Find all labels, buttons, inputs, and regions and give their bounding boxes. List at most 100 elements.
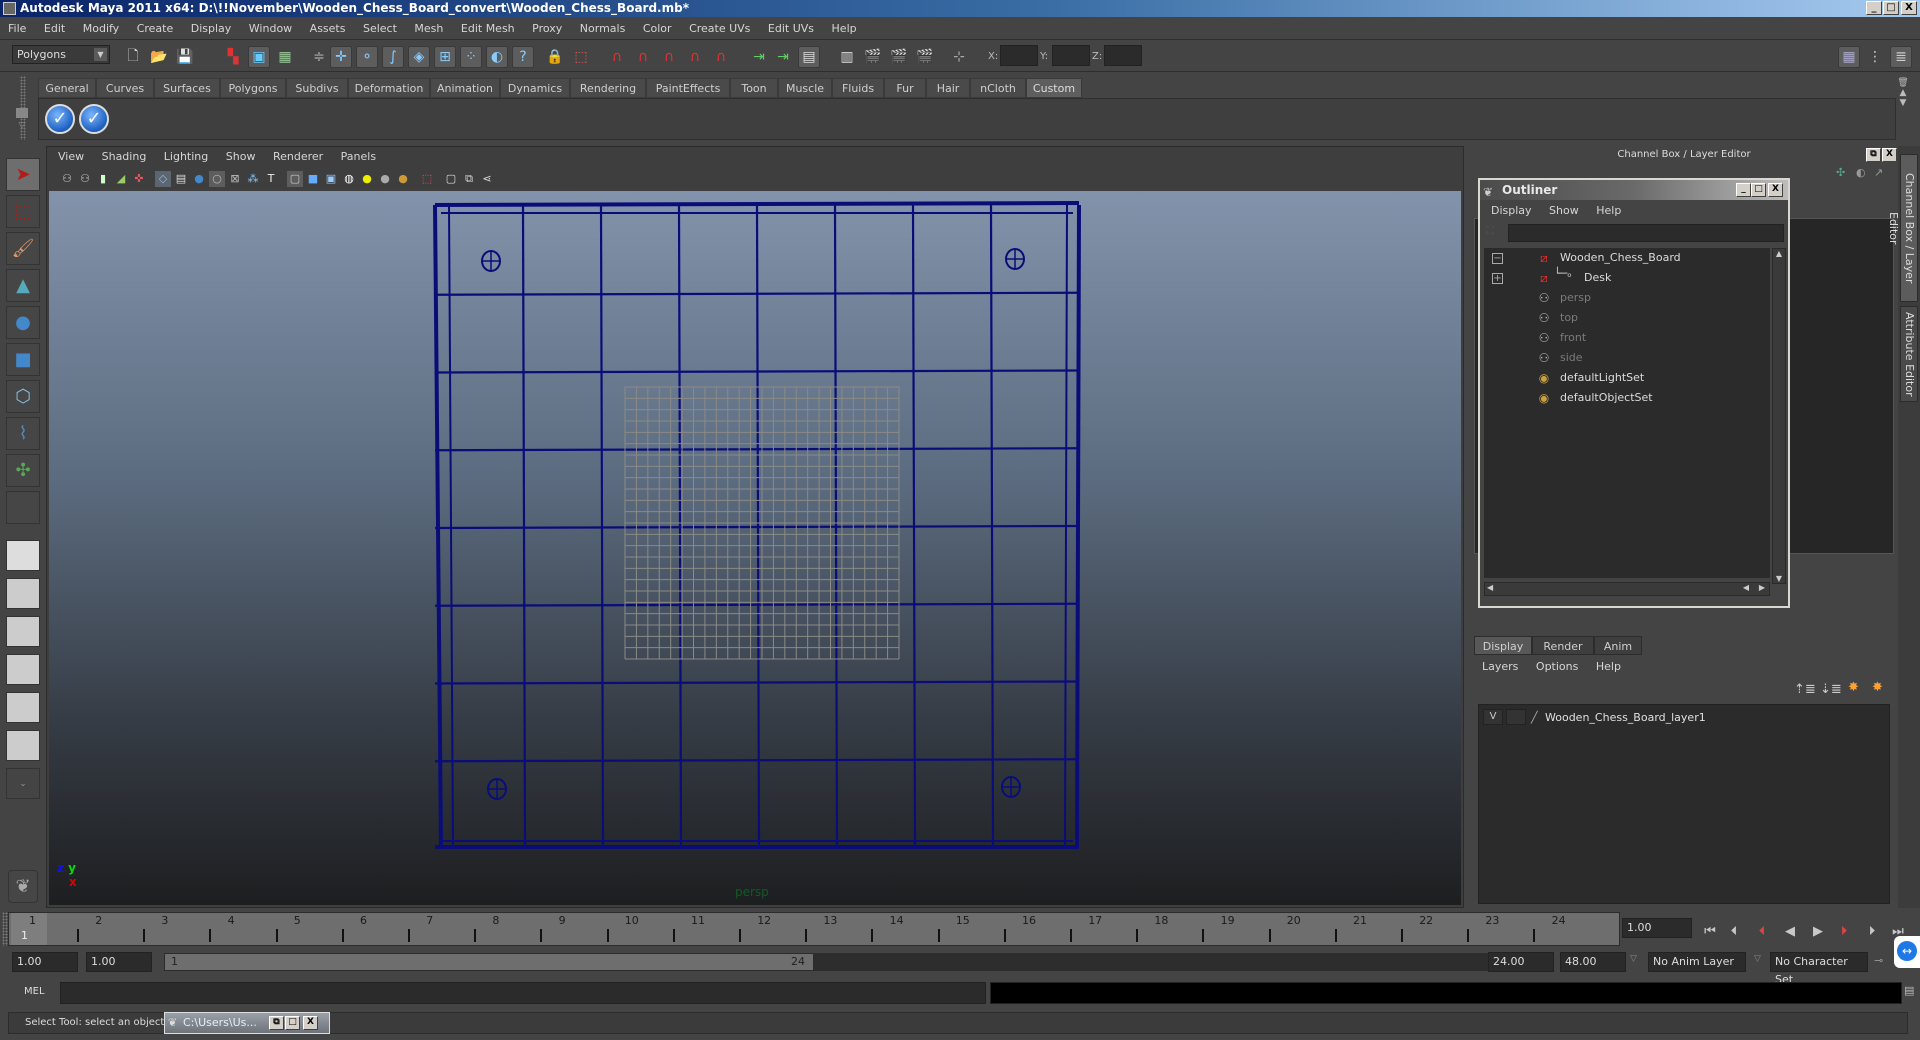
hyper-icon[interactable]: ↗ <box>1874 166 1883 179</box>
high-quality-icon[interactable]: ● <box>395 171 411 187</box>
outliner-item[interactable]: ◉ defaultLightSet <box>1484 368 1770 388</box>
menu-edit-uvs[interactable]: Edit UVs <box>761 19 821 39</box>
vp-menu-view[interactable]: View <box>51 147 91 167</box>
restore-button[interactable]: ⧉ <box>269 1016 284 1030</box>
lasso-tool-icon[interactable]: ⬚ <box>6 195 40 228</box>
move-layer-down-icon[interactable]: ⇣≣ <box>1820 682 1842 697</box>
outliner-menu-show[interactable]: Show <box>1542 200 1586 222</box>
xray-icon[interactable]: ▢ <box>443 171 459 187</box>
outliner-menu-display[interactable]: Display <box>1484 200 1539 222</box>
manipulator-icon[interactable]: ✣ <box>1836 166 1845 179</box>
range-end-handle[interactable]: 24 <box>791 954 805 970</box>
z-field[interactable] <box>1104 45 1142 66</box>
shelf-tab-hair[interactable]: Hair <box>926 78 970 98</box>
select-deformation-icon[interactable]: ⊞ <box>434 46 456 68</box>
shelf-tab-painteffects[interactable]: PaintEffects <box>646 78 730 98</box>
snap-point-icon[interactable]: ∩ <box>658 46 680 68</box>
script-editor-icon[interactable]: ▤ <box>1904 984 1914 997</box>
layer-type-toggle[interactable] <box>1506 709 1526 725</box>
step-back-frame-icon[interactable]: ⏴ <box>1724 924 1744 940</box>
menu-modify[interactable]: Modify <box>76 19 126 39</box>
shelf-tab-dynamics[interactable]: Dynamics <box>500 78 570 98</box>
shelf-tab-surfaces[interactable]: Surfaces <box>154 78 220 98</box>
maximize-button[interactable]: □ <box>285 1016 300 1030</box>
outliner-filter-input[interactable] <box>1508 224 1784 242</box>
snap-curve-icon[interactable]: ∩ <box>632 46 654 68</box>
show-channel-box-icon[interactable]: ≣ <box>1890 46 1912 68</box>
outliner-maximize-button[interactable]: □ <box>1751 183 1766 197</box>
safe-action-icon[interactable]: ⁂ <box>245 171 261 187</box>
single-pane-layout-icon[interactable] <box>6 540 40 571</box>
step-back-key-icon[interactable]: ⏴ <box>1752 924 1772 940</box>
outliner-menu-help[interactable]: Help <box>1589 200 1628 222</box>
select-rendering-icon[interactable]: ◐ <box>486 46 508 68</box>
layer-menu-layers[interactable]: Layers <box>1482 660 1518 673</box>
grid-toggle-icon[interactable]: ◇ <box>155 171 171 187</box>
select-object-icon[interactable]: ▣ <box>248 46 270 68</box>
bookmarks-icon[interactable]: ▮ <box>95 171 111 187</box>
close-panel-button[interactable]: X <box>1882 148 1897 162</box>
layout-menu-icon[interactable]: ⌄ <box>6 768 40 799</box>
universal-manipulator-icon[interactable]: ⬡ <box>6 380 40 413</box>
shelf-tab-muscle[interactable]: Muscle <box>778 78 832 98</box>
expand-icon[interactable]: + <box>1492 273 1503 284</box>
speed-icon[interactable]: ◐ <box>1856 166 1866 179</box>
safe-title-icon[interactable]: T <box>263 171 279 187</box>
vp-menu-show[interactable]: Show <box>219 147 263 167</box>
shelf-tab-fur[interactable]: Fur <box>884 78 926 98</box>
side-tab-channel-box[interactable]: Channel Box / Layer Editor <box>1887 154 1918 302</box>
menu-help[interactable]: Help <box>825 19 864 39</box>
y-field[interactable] <box>1052 45 1090 66</box>
move-layer-up-icon[interactable]: ⇡≣ <box>1794 682 1816 697</box>
gate-mask-icon[interactable]: ○ <box>209 171 225 187</box>
camera-attributes-icon[interactable]: ⚇ <box>77 171 93 187</box>
wireframe-on-shaded-icon[interactable]: ▣ <box>323 171 339 187</box>
move-tool-icon[interactable]: ▲ <box>6 269 40 302</box>
select-camera-icon[interactable]: ⚇ <box>59 171 75 187</box>
auto-key-icon[interactable]: ⊸ <box>1874 954 1883 967</box>
xray-components-icon[interactable]: ⋖ <box>479 171 495 187</box>
outliner-titlebar[interactable]: ❦ Outliner _ □ X <box>1480 180 1788 200</box>
xray-joints-icon[interactable]: ⧉ <box>461 171 477 187</box>
resolution-gate-icon[interactable]: ● <box>191 171 207 187</box>
persp-outliner-graph-layout-icon[interactable] <box>6 730 40 761</box>
custom-check-icon[interactable]: ✓ <box>45 104 75 134</box>
character-set-field[interactable]: No Character Set <box>1770 952 1868 986</box>
shelf-tab-subdivs[interactable]: Subdivs <box>286 78 348 98</box>
step-forward-key-icon[interactable]: ⏵ <box>1834 924 1854 940</box>
menu-display[interactable]: Display <box>184 19 239 39</box>
save-scene-icon[interactable]: 💾 <box>174 46 196 68</box>
layer-menu-help[interactable]: Help <box>1596 660 1621 673</box>
outliner-vertical-scrollbar[interactable]: ▲ ▼ <box>1772 248 1786 584</box>
open-scene-icon[interactable]: 📂 <box>148 46 170 68</box>
select-joint-icon[interactable]: ⚬ <box>356 46 378 68</box>
current-time-field[interactable]: 1.00 <box>1622 918 1692 938</box>
menu-create-uvs[interactable]: Create UVs <box>682 19 757 39</box>
anim-layer-dropdown-icon[interactable]: ▽ <box>1630 954 1637 964</box>
render-view-icon[interactable]: ▥ <box>836 46 858 68</box>
3d-viewport[interactable]: z y x persp <box>49 191 1461 905</box>
shelf-tab-curves[interactable]: Curves <box>96 78 154 98</box>
anim-layer-field[interactable]: No Anim Layer <box>1648 952 1746 972</box>
float-panel-button[interactable]: ⧉ <box>1866 148 1881 162</box>
outliner-item[interactable]: ⚇ front <box>1484 328 1770 348</box>
playback-end-field[interactable]: 24.00 <box>1488 952 1554 972</box>
layer-color-swatch[interactable]: ╱ <box>1531 709 1538 727</box>
layer-tab-display[interactable]: Display <box>1474 636 1532 655</box>
select-surface-icon[interactable]: ◈ <box>408 46 430 68</box>
outliner-item[interactable]: ⚇ top <box>1484 308 1770 328</box>
minimized-window-item[interactable]: ❦ C:\Users\Us... ⧉ □ X <box>164 1012 330 1034</box>
construction-history-icon[interactable]: ▤ <box>798 46 820 68</box>
field-chart-icon[interactable]: ⊠ <box>227 171 243 187</box>
image-plane-icon[interactable]: ◢ <box>113 171 129 187</box>
hypershade-persp-layout-icon[interactable] <box>6 692 40 723</box>
smooth-shade-icon[interactable]: ■ <box>305 171 321 187</box>
layer-tab-render[interactable]: Render <box>1532 636 1594 655</box>
menu-file[interactable]: File <box>0 19 33 39</box>
outliner-persp-layout-icon[interactable] <box>6 616 40 647</box>
select-hierarchy-icon[interactable]: ▚ <box>222 46 244 68</box>
outliner-minimize-button[interactable]: _ <box>1736 183 1751 197</box>
command-language-label[interactable]: MEL <box>24 986 45 997</box>
menu-edit[interactable]: Edit <box>37 19 72 39</box>
paint-select-tool-icon[interactable]: 🖌 <box>6 232 40 265</box>
